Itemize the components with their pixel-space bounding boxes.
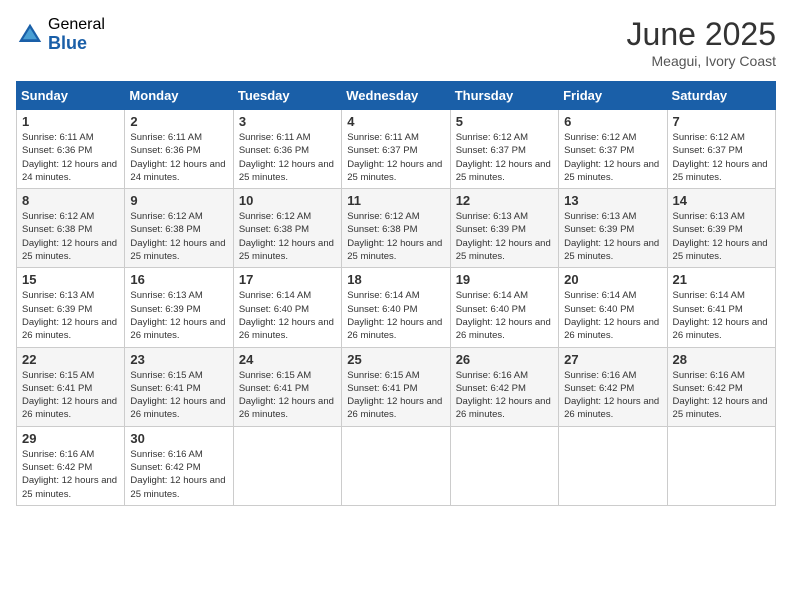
table-row: 24Sunrise: 6:15 AMSunset: 6:41 PMDayligh… (233, 347, 341, 426)
table-row: 4Sunrise: 6:11 AMSunset: 6:37 PMDaylight… (342, 110, 450, 189)
table-row: 6Sunrise: 6:12 AMSunset: 6:37 PMDaylight… (559, 110, 667, 189)
col-wednesday: Wednesday (342, 82, 450, 110)
table-row: 3Sunrise: 6:11 AMSunset: 6:36 PMDaylight… (233, 110, 341, 189)
table-row (233, 426, 341, 505)
col-friday: Friday (559, 82, 667, 110)
logo-general: General (48, 16, 105, 34)
table-row: 11Sunrise: 6:12 AMSunset: 6:38 PMDayligh… (342, 189, 450, 268)
title-area: June 2025 Meagui, Ivory Coast (627, 16, 776, 69)
calendar: Sunday Monday Tuesday Wednesday Thursday… (16, 81, 776, 506)
table-row: 13Sunrise: 6:13 AMSunset: 6:39 PMDayligh… (559, 189, 667, 268)
table-row: 21Sunrise: 6:14 AMSunset: 6:41 PMDayligh… (667, 268, 775, 347)
table-row: 17Sunrise: 6:14 AMSunset: 6:40 PMDayligh… (233, 268, 341, 347)
table-row: 28Sunrise: 6:16 AMSunset: 6:42 PMDayligh… (667, 347, 775, 426)
col-saturday: Saturday (667, 82, 775, 110)
table-row: 2Sunrise: 6:11 AMSunset: 6:36 PMDaylight… (125, 110, 233, 189)
logo: General Blue (16, 16, 105, 53)
table-row (450, 426, 558, 505)
table-row (667, 426, 775, 505)
table-row: 16Sunrise: 6:13 AMSunset: 6:39 PMDayligh… (125, 268, 233, 347)
table-row: 23Sunrise: 6:15 AMSunset: 6:41 PMDayligh… (125, 347, 233, 426)
table-row: 19Sunrise: 6:14 AMSunset: 6:40 PMDayligh… (450, 268, 558, 347)
table-row: 15Sunrise: 6:13 AMSunset: 6:39 PMDayligh… (17, 268, 125, 347)
table-row: 18Sunrise: 6:14 AMSunset: 6:40 PMDayligh… (342, 268, 450, 347)
table-row: 7Sunrise: 6:12 AMSunset: 6:37 PMDaylight… (667, 110, 775, 189)
table-row: 1Sunrise: 6:11 AMSunset: 6:36 PMDaylight… (17, 110, 125, 189)
table-row: 8Sunrise: 6:12 AMSunset: 6:38 PMDaylight… (17, 189, 125, 268)
col-thursday: Thursday (450, 82, 558, 110)
table-row (342, 426, 450, 505)
month-title: June 2025 (627, 16, 776, 53)
table-row: 14Sunrise: 6:13 AMSunset: 6:39 PMDayligh… (667, 189, 775, 268)
table-row: 5Sunrise: 6:12 AMSunset: 6:37 PMDaylight… (450, 110, 558, 189)
table-row: 29Sunrise: 6:16 AMSunset: 6:42 PMDayligh… (17, 426, 125, 505)
location-title: Meagui, Ivory Coast (627, 53, 776, 69)
table-row: 26Sunrise: 6:16 AMSunset: 6:42 PMDayligh… (450, 347, 558, 426)
col-sunday: Sunday (17, 82, 125, 110)
table-row (559, 426, 667, 505)
table-row: 10Sunrise: 6:12 AMSunset: 6:38 PMDayligh… (233, 189, 341, 268)
table-row: 22Sunrise: 6:15 AMSunset: 6:41 PMDayligh… (17, 347, 125, 426)
table-row: 9Sunrise: 6:12 AMSunset: 6:38 PMDaylight… (125, 189, 233, 268)
table-row: 12Sunrise: 6:13 AMSunset: 6:39 PMDayligh… (450, 189, 558, 268)
col-monday: Monday (125, 82, 233, 110)
logo-icon (16, 21, 44, 49)
table-row: 20Sunrise: 6:14 AMSunset: 6:40 PMDayligh… (559, 268, 667, 347)
page-header: General Blue June 2025 Meagui, Ivory Coa… (16, 16, 776, 69)
col-tuesday: Tuesday (233, 82, 341, 110)
logo-blue: Blue (48, 34, 105, 54)
table-row: 27Sunrise: 6:16 AMSunset: 6:42 PMDayligh… (559, 347, 667, 426)
table-row: 30Sunrise: 6:16 AMSunset: 6:42 PMDayligh… (125, 426, 233, 505)
logo-text: General Blue (48, 16, 105, 53)
table-row: 25Sunrise: 6:15 AMSunset: 6:41 PMDayligh… (342, 347, 450, 426)
